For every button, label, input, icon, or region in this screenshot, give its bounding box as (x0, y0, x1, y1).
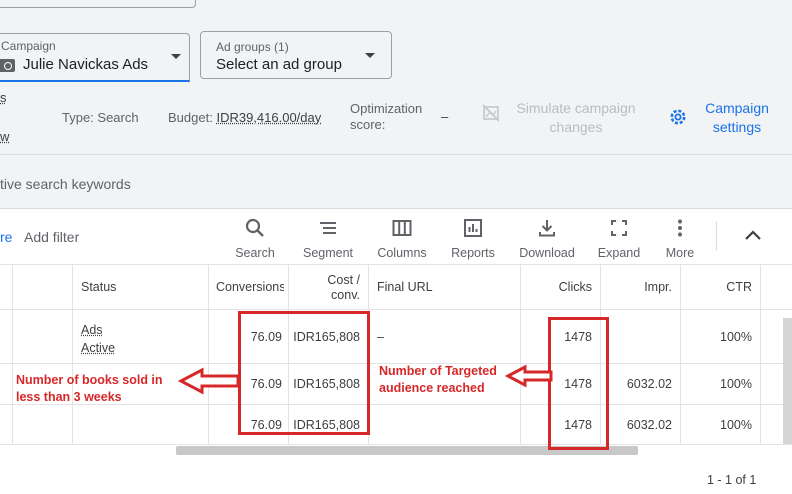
add-filter-button[interactable]: Add filter (24, 229, 79, 245)
arrow-left-icon (504, 364, 553, 393)
header-bottom-rule (0, 309, 792, 310)
expand-label: Expand (597, 246, 641, 260)
optimization-score-value: – (441, 109, 449, 124)
ctr-cell: 100% (720, 377, 752, 391)
budget-label: Budget: (168, 110, 213, 125)
column-divider (760, 264, 761, 444)
simulate-campaign-button[interactable]: Simulate campaign changes (506, 99, 646, 137)
status-line1[interactable]: Ads (81, 321, 115, 339)
header-cost-per-conv[interactable]: Cost / conv. (292, 273, 360, 303)
download-label: Download (519, 246, 575, 260)
header-cost-line1: Cost / (327, 273, 360, 287)
search-button[interactable]: Search (229, 217, 281, 260)
campaign-type-icon (0, 59, 15, 72)
chevron-down-icon (365, 53, 375, 58)
column-divider (12, 264, 13, 444)
campaign-selector-value: Julie Navickas Ads (23, 56, 149, 73)
campaign-settings-link[interactable]: Campaign settings (698, 99, 776, 137)
budget-value[interactable]: IDR39,416.00/day (216, 110, 321, 125)
segment-icon (320, 222, 336, 234)
section-title: tive search keywords (0, 176, 131, 192)
segment-label: Segment (302, 246, 354, 260)
clipped-link-b[interactable]: w (0, 129, 9, 144)
header-impressions[interactable]: Impr. (604, 280, 672, 294)
chevron-up-icon[interactable] (744, 228, 762, 247)
clipped-more-link[interactable]: re (0, 229, 12, 245)
row-rule (0, 444, 792, 445)
arrow-left-icon (177, 367, 240, 400)
clipped-link-a[interactable]: s (0, 90, 7, 105)
status-line2[interactable]: Active (81, 339, 115, 357)
annotation-audience-reached: Number of Targeted audience reached (379, 363, 497, 397)
annotation-audience-line2: audience reached (379, 381, 485, 395)
budget-info: Budget: IDR39,416.00/day (168, 110, 321, 125)
columns-button[interactable]: Columns (372, 217, 432, 260)
campaign-selector-label: Campaign (1, 39, 56, 53)
column-divider (520, 264, 521, 444)
top-selector-stub[interactable] (0, 0, 196, 8)
toolbar-divider (716, 221, 717, 251)
header-clicks[interactable]: Clicks (524, 280, 592, 294)
annotation-books-line1: Number of books sold in (16, 373, 163, 387)
columns-label: Columns (377, 246, 427, 260)
ctr-cell: 100% (720, 418, 752, 432)
impressions-cell: 6032.02 (626, 377, 672, 391)
chevron-down-icon (171, 54, 181, 59)
search-icon (245, 218, 264, 237)
column-divider (208, 264, 209, 444)
highlight-conversions-box (238, 311, 370, 435)
columns-icon (392, 220, 412, 236)
impressions-cell: 6032.02 (626, 418, 672, 432)
header-status[interactable]: Status (81, 280, 116, 294)
simulate-line2: changes (549, 119, 603, 135)
optimization-label-line2: score: (350, 117, 386, 132)
header-ctr[interactable]: CTR (684, 280, 752, 294)
ctr-cell: 100% (720, 330, 752, 344)
reports-label: Reports (451, 246, 495, 260)
adgroup-selector-value: Select an ad group (216, 56, 342, 73)
annotation-books-sold: Number of books sold in less than 3 week… (16, 372, 163, 406)
download-button[interactable]: Download (515, 217, 579, 260)
optimization-score-label: Optimization score: (350, 101, 422, 133)
annotation-audience-line1: Number of Targeted (379, 364, 497, 378)
status-cell: Ads Active (81, 321, 115, 357)
campaign-type: Type: Search (62, 110, 139, 125)
expand-button[interactable]: Expand (594, 217, 644, 260)
pagination-count: 1 - 1 of 1 (707, 473, 757, 487)
reports-button[interactable]: Reports (445, 217, 501, 260)
header-final-url[interactable]: Final URL (377, 280, 433, 294)
optimization-label-line1: Optimization (350, 101, 423, 116)
vertical-scrollbar-thumb[interactable] (783, 318, 792, 444)
settings-line2: settings (712, 119, 762, 135)
header-cost-line2: conv. (331, 288, 360, 302)
settings-line1: Campaign (705, 100, 769, 116)
divider (0, 154, 792, 155)
more-label: More (665, 246, 695, 260)
campaign-selector[interactable]: Campaign Julie Navickas Ads (0, 33, 190, 82)
highlight-clicks-box (548, 317, 609, 450)
gear-icon[interactable] (668, 107, 688, 132)
simulate-off-icon (482, 104, 500, 127)
annotation-books-line2: less than 3 weeks (16, 390, 122, 404)
reports-icon (464, 219, 482, 237)
column-divider (680, 264, 681, 444)
simulate-line1: Simulate campaign (516, 100, 636, 116)
download-icon (539, 220, 555, 237)
adgroup-selector-label: Ad groups (1) (216, 40, 289, 54)
more-vert-icon (678, 219, 682, 237)
column-divider (72, 264, 73, 444)
final-url-cell: – (377, 330, 384, 344)
segment-button[interactable]: Segment (299, 217, 357, 260)
expand-icon (611, 220, 627, 236)
search-label: Search (235, 246, 275, 260)
adgroup-selector[interactable]: Ad groups (1) Select an ad group (200, 31, 392, 79)
header-top-rule (0, 264, 792, 265)
more-button[interactable]: More (658, 217, 702, 260)
header-conversions[interactable]: Conversions (216, 280, 284, 294)
